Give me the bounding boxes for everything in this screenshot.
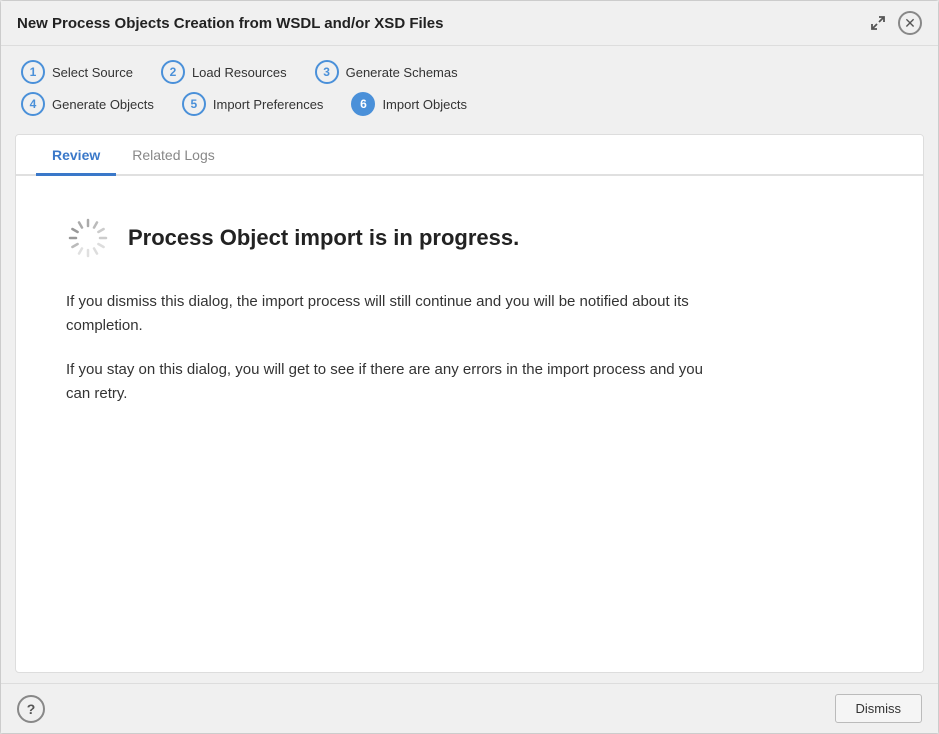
tab-related-logs[interactable]: Related Logs: [116, 135, 231, 176]
close-button[interactable]: ✕: [898, 11, 922, 35]
step-6-circle: 6: [351, 92, 375, 116]
step-1-circle: 1: [21, 60, 45, 84]
progress-header: Process Object import is in progress.: [66, 216, 873, 260]
info-paragraph-2: If you stay on this dialog, you will get…: [66, 358, 716, 406]
step-5-label: Import Preferences: [213, 97, 324, 112]
help-button[interactable]: ?: [17, 695, 45, 723]
step-1-label: Select Source: [52, 65, 133, 80]
footer: ? Dismiss: [1, 683, 938, 733]
step-4: 4 Generate Objects: [21, 92, 154, 116]
step-3-circle: 3: [315, 60, 339, 84]
step-2-label: Load Resources: [192, 65, 287, 80]
main-content-area: Review Related Logs: [15, 134, 924, 673]
steps-row-2: 4 Generate Objects 5 Import Preferences …: [21, 92, 918, 116]
title-actions: ✕: [866, 11, 922, 35]
step-1: 1 Select Source: [21, 60, 133, 84]
progress-title: Process Object import is in progress.: [128, 225, 519, 251]
step-4-circle: 4: [21, 92, 45, 116]
tabs-bar: Review Related Logs: [16, 135, 923, 176]
expand-button[interactable]: [866, 11, 890, 35]
tab-review[interactable]: Review: [36, 135, 116, 176]
step-6-label: Import Objects: [382, 97, 467, 112]
title-bar: New Process Objects Creation from WSDL a…: [1, 1, 938, 46]
dismiss-button[interactable]: Dismiss: [835, 694, 923, 723]
loading-spinner: [66, 216, 110, 260]
steps-row-1: 1 Select Source 2 Load Resources 3 Gener…: [21, 60, 918, 84]
step-6: 6 Import Objects: [351, 92, 467, 116]
steps-area: 1 Select Source 2 Load Resources 3 Gener…: [1, 46, 938, 134]
tab-content: Process Object import is in progress. If…: [16, 176, 923, 672]
step-5-circle: 5: [182, 92, 206, 116]
step-2: 2 Load Resources: [161, 60, 287, 84]
main-dialog: New Process Objects Creation from WSDL a…: [0, 0, 939, 734]
step-5: 5 Import Preferences: [182, 92, 324, 116]
step-3-label: Generate Schemas: [346, 65, 458, 80]
step-3: 3 Generate Schemas: [315, 60, 458, 84]
step-4-label: Generate Objects: [52, 97, 154, 112]
info-paragraph-1: If you dismiss this dialog, the import p…: [66, 290, 716, 338]
step-2-circle: 2: [161, 60, 185, 84]
dialog-title: New Process Objects Creation from WSDL a…: [17, 15, 444, 32]
